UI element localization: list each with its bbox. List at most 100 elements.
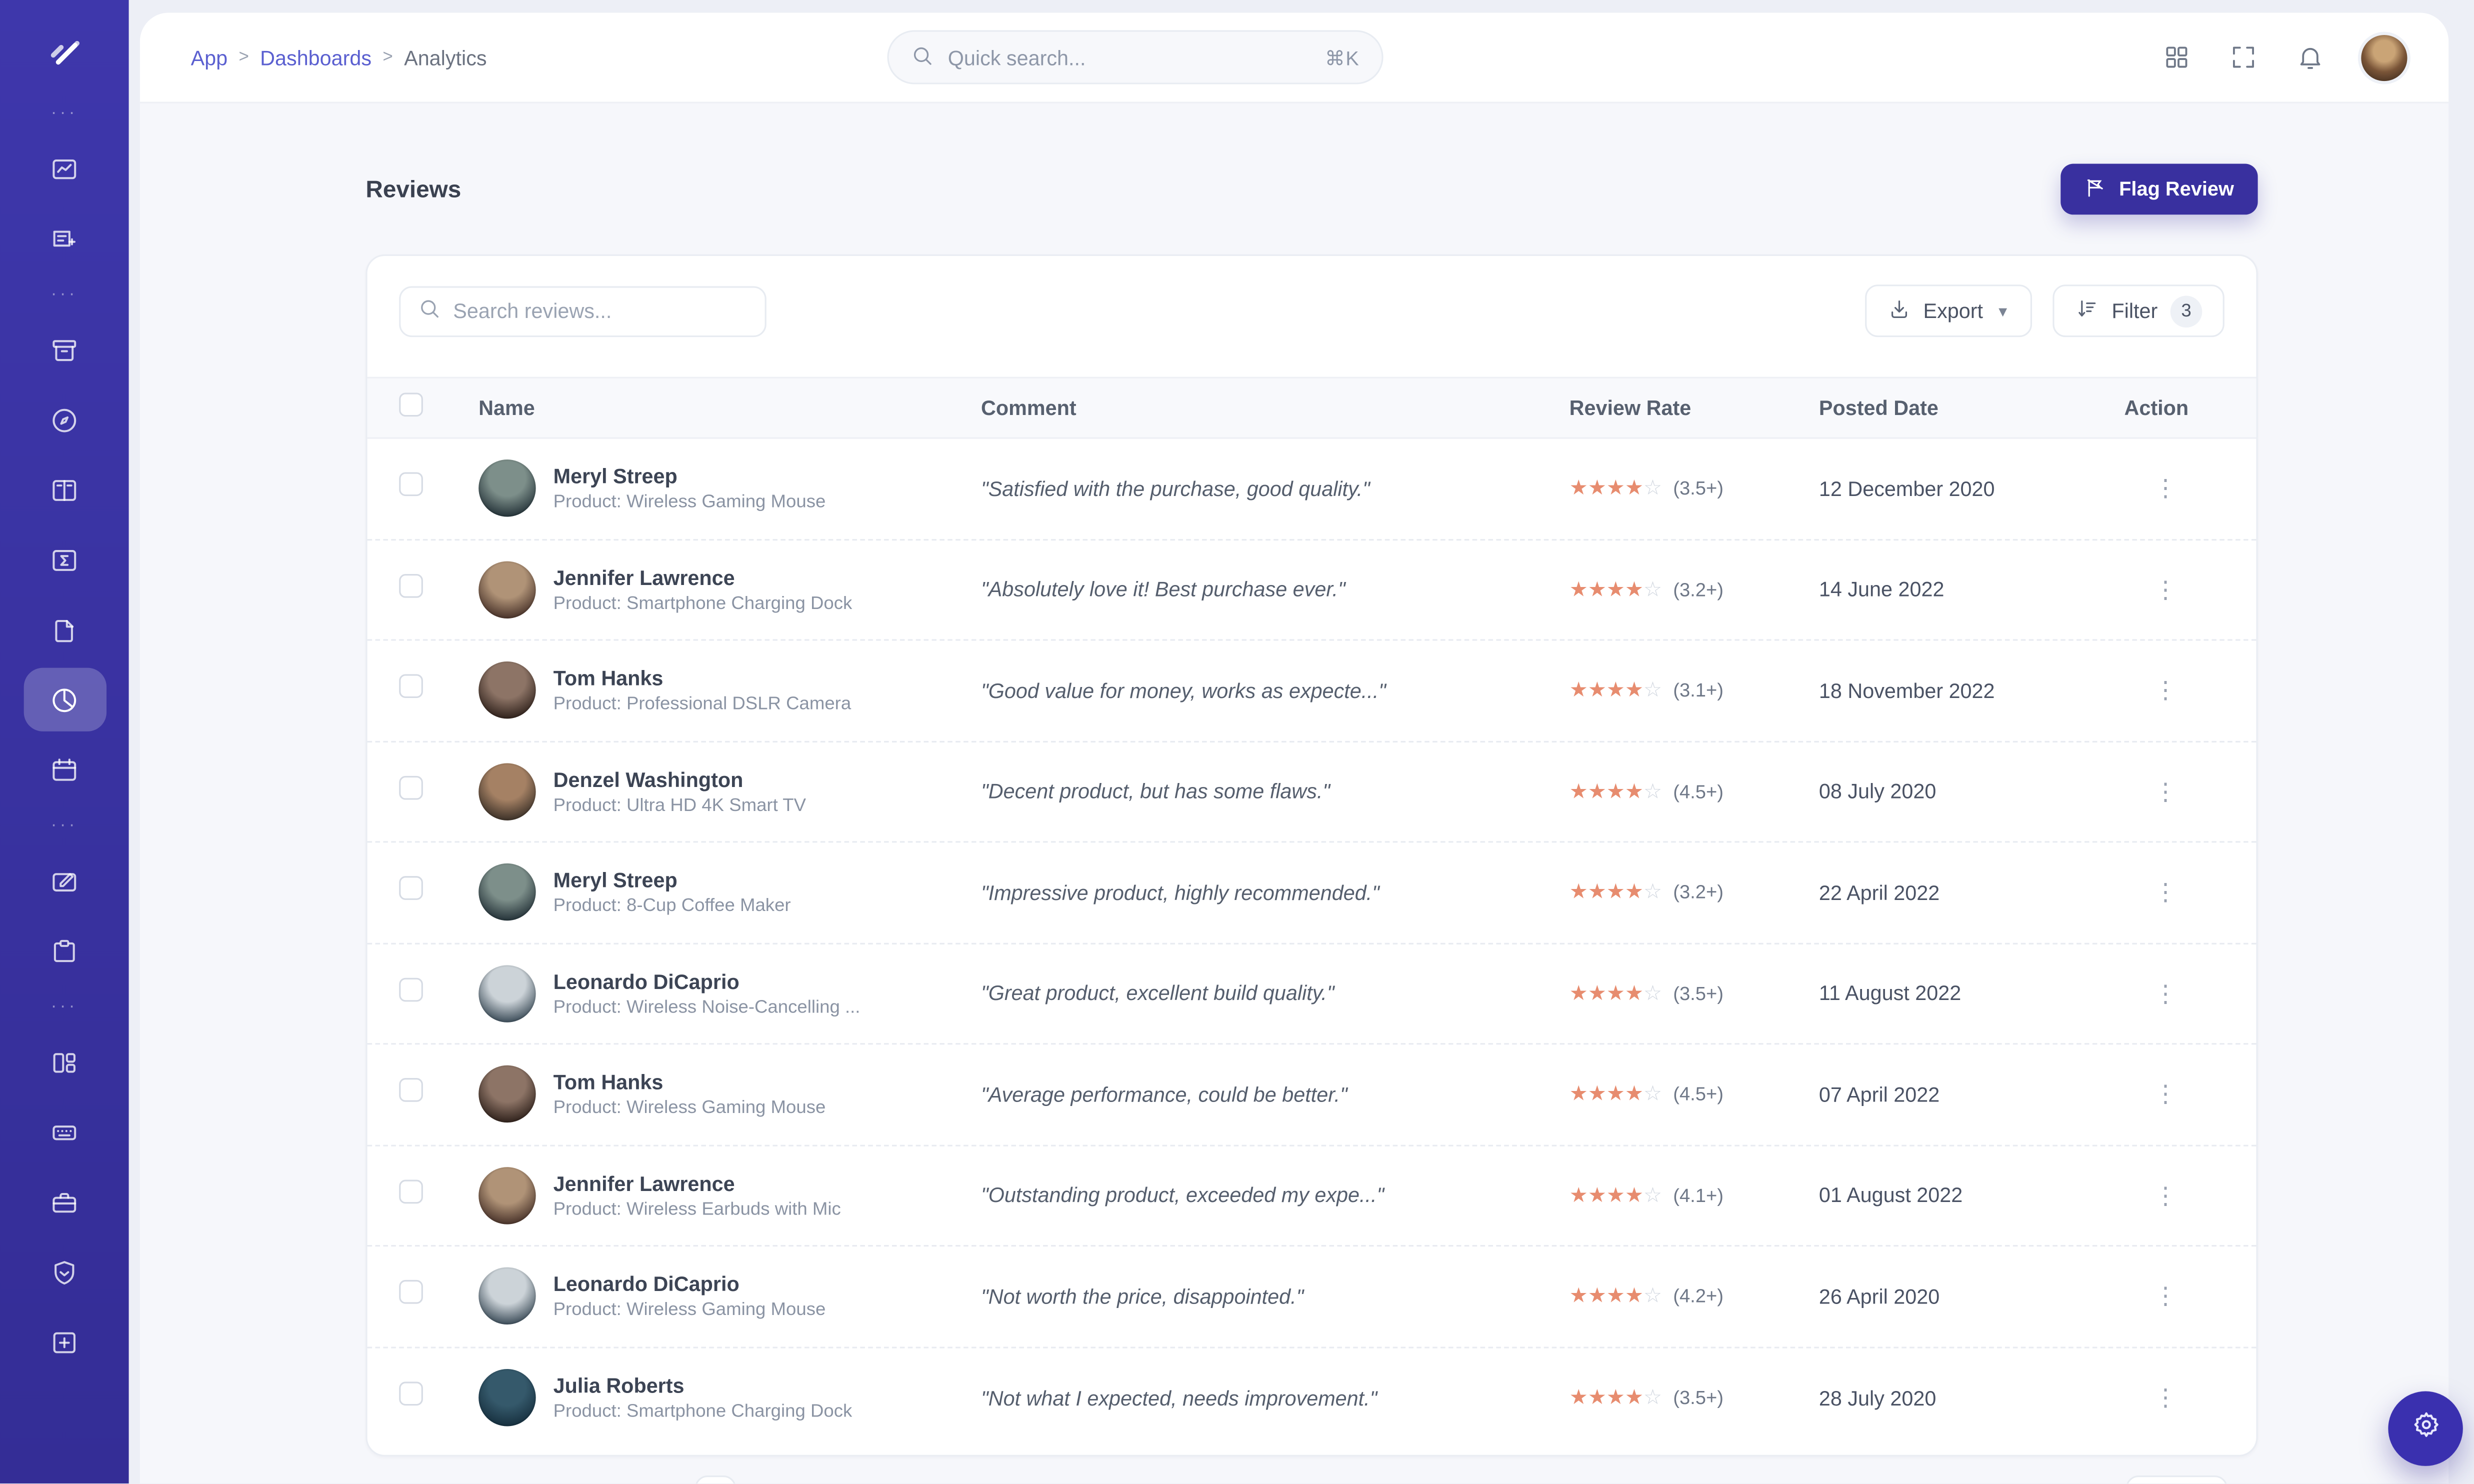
sidebar-item-chart-icon[interactable] [23,136,106,200]
export-button[interactable]: Export ▼ [1864,284,2032,338]
sidebar-item-file-icon[interactable] [23,598,106,662]
reviewer-product: Product: Wireless Gaming Mouse [553,1301,826,1320]
reviewer-product: Product: Professional DSLR Camera [553,695,852,714]
user-avatar[interactable] [2361,34,2408,80]
review-comment: "Great product, excellent build quality.… [981,981,1334,1006]
review-comment: "Outstanding product, exceeded my expe..… [981,1183,1384,1208]
select-all-checkbox[interactable] [399,392,423,416]
reviewer-avatar [478,864,536,922]
fullscreen-icon[interactable] [2228,42,2260,74]
row-actions-menu-icon[interactable]: ⋮ [2146,474,2184,503]
row-checkbox[interactable] [399,574,423,598]
sidebar-item-briefcase-icon[interactable] [23,1170,106,1234]
sidebar-item-compass-icon[interactable] [23,388,106,452]
app-root: ··· ··· ··· ··· App > Dashboards > Analytic… [0,0,2474,1484]
row-actions-menu-icon[interactable]: ⋮ [2146,979,2184,1008]
reviewer-name: Tom Hanks [553,666,664,690]
row-checkbox[interactable] [399,1280,423,1304]
table-row: Meryl Streep Product: 8-Cup Coffee Maker… [367,842,2256,944]
breadcrumb-dashboards[interactable]: Dashboards [260,46,372,70]
breadcrumb-analytics: Analytics [404,45,487,70]
row-checkbox[interactable] [399,472,423,496]
star-rating-icons: ★★★★☆ [1570,979,1662,1008]
notifications-bell-icon[interactable] [2294,42,2326,74]
review-comment: "Not what I expected, needs improvement.… [981,1386,1378,1410]
row-checkbox[interactable] [399,1078,423,1102]
star-filled-icon: ★ [1569,778,1588,803]
review-rating: ★★★★☆ (3.5+) [1570,1384,1819,1412]
sidebar-item-edit-icon[interactable] [23,849,106,912]
sidebar-item-pie-chart-icon[interactable] [23,668,106,732]
filter-button[interactable]: Filter 3 [2052,284,2224,338]
reviews-toolbar: Search reviews... Export ▼ Filter 3 [368,256,2256,338]
row-actions-menu-icon[interactable]: ⋮ [2146,1080,2184,1108]
flag-review-label: Flag Review [2119,178,2234,200]
row-actions-menu-icon[interactable]: ⋮ [2146,1282,2184,1310]
star-filled-icon: ★ [1624,880,1644,904]
flag-review-button[interactable]: Flag Review [2060,164,2258,215]
row-checkbox[interactable] [399,776,423,800]
row-checkbox[interactable] [399,1382,423,1406]
table-row: Tom Hanks Product: Professional DSLR Cam… [367,641,2256,742]
sidebar-item-keyboard-icon[interactable] [23,1100,106,1164]
review-comment: "Decent product, but has some flaws." [981,779,1330,804]
star-rating-icons: ★★★★☆ [1570,1384,1662,1412]
sidebar-item-sigma-icon[interactable] [23,528,106,592]
sidebar-item-shield-icon[interactable] [23,1240,106,1304]
star-filled-icon: ★ [1569,1082,1588,1106]
reviewer-avatar [478,762,536,820]
row-checkbox[interactable] [399,977,423,1002]
table-row: Tom Hanks Product: Wireless Gaming Mouse… [367,1044,2256,1146]
settings-fab-button[interactable] [2388,1391,2463,1466]
sidebar-item-calendar-icon[interactable] [23,738,106,802]
row-actions-menu-icon[interactable]: ⋮ [2146,777,2184,806]
apps-grid-icon[interactable] [2161,42,2193,74]
table-row: Leonardo DiCaprio Product: Wireless Gami… [367,1246,2256,1348]
star-empty-icon: ☆ [1643,778,1662,803]
row-checkbox[interactable] [399,1179,423,1204]
rating-value: (3.2+) [1673,578,1724,601]
star-filled-icon: ★ [1588,1182,1606,1206]
reviewer-name: Jennifer Lawrence [553,1171,735,1196]
main-panel: App > Dashboards > Analytics Quick searc… [140,12,2449,1484]
sidebar-item-clipboard-icon[interactable] [23,919,106,982]
star-filled-icon: ★ [1624,980,1644,1004]
sidebar-item-kanban-icon[interactable] [23,458,106,522]
row-actions-menu-icon[interactable]: ⋮ [2146,878,2184,906]
gear-icon [2410,1408,2442,1448]
row-actions-menu-icon[interactable]: ⋮ [2146,1384,2184,1412]
star-filled-icon: ★ [1588,1082,1606,1106]
star-filled-icon: ★ [1624,1284,1644,1308]
star-filled-icon: ★ [1624,1385,1644,1410]
star-empty-icon: ☆ [1643,576,1662,601]
pagination-next-button[interactable] [2126,1476,2228,1484]
row-actions-menu-icon[interactable]: ⋮ [2146,575,2184,604]
app-logo-icon[interactable] [38,22,92,76]
reviewer-name: Leonardo DiCaprio [553,1272,740,1296]
sidebar-item-receipt-icon[interactable] [23,206,106,270]
star-filled-icon: ★ [1588,980,1606,1004]
star-filled-icon: ★ [1606,980,1625,1004]
sidebar-item-plus-square-icon[interactable] [23,1310,106,1374]
star-filled-icon: ★ [1588,778,1606,803]
sidebar-item-grid-icon[interactable] [23,1030,106,1094]
reviewer-avatar [478,1066,536,1123]
row-checkbox[interactable] [399,674,423,698]
search-reviews-input[interactable]: Search reviews... [399,285,766,336]
quick-search-input[interactable]: Quick search... ⌘K [887,30,1384,84]
breadcrumb-app[interactable]: App [191,46,228,70]
star-rating-icons: ★★★★☆ [1570,575,1662,604]
sidebar-item-archive-icon[interactable] [23,318,106,382]
star-empty-icon: ☆ [1643,1082,1662,1106]
row-checkbox[interactable] [399,876,423,900]
column-header-action: Action [2124,396,2189,420]
pagination-page-button[interactable] [694,1476,736,1484]
star-filled-icon: ★ [1624,576,1644,601]
review-comment: "Average performance, could be better." [981,1082,1348,1106]
row-actions-menu-icon[interactable]: ⋮ [2146,676,2184,704]
reviewer-product: Product: Wireless Noise-Cancelling ... [553,998,860,1018]
column-header-review-rate: Review Rate [1569,396,1692,420]
row-actions-menu-icon[interactable]: ⋮ [2146,1181,2184,1210]
star-filled-icon: ★ [1606,678,1625,702]
star-filled-icon: ★ [1569,476,1588,500]
